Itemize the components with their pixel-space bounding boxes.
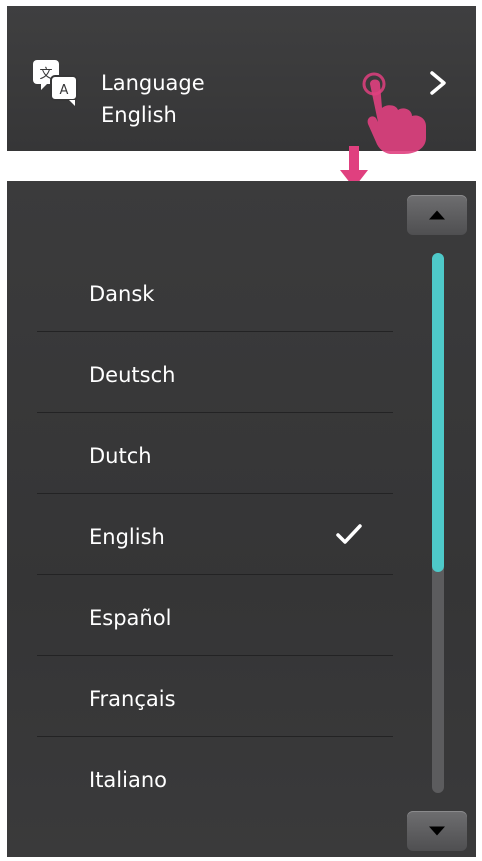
language-option-italiano[interactable]: Italiano	[37, 737, 393, 798]
scroll-up-button[interactable]	[407, 195, 467, 235]
language-option-espanol[interactable]: Español	[37, 575, 393, 656]
language-option-label: Italiano	[89, 768, 167, 792]
language-option-label: Dansk	[89, 282, 155, 306]
checkmark-icon	[336, 524, 362, 544]
scroll-up-icon	[429, 210, 445, 220]
translate-icon: 文 A	[33, 60, 78, 106]
language-option-dansk[interactable]: Dansk	[37, 251, 393, 332]
language-list: Dansk Deutsch Dutch English Español Fran…	[37, 251, 393, 798]
language-option-deutsch[interactable]: Deutsch	[37, 332, 393, 413]
scroll-down-icon	[429, 826, 445, 836]
language-option-label: Dutch	[89, 444, 152, 468]
language-option-english[interactable]: English	[37, 494, 393, 575]
language-option-francais[interactable]: Français	[37, 656, 393, 737]
language-option-label: Español	[89, 606, 172, 630]
language-option-label: Deutsch	[89, 363, 176, 387]
language-picker-panel: Dansk Deutsch Dutch English Español Fran…	[7, 181, 476, 857]
setting-title: Language	[101, 71, 205, 95]
setting-current-value: English	[101, 103, 177, 127]
tap-hand-icon	[362, 72, 426, 154]
scrollbar-thumb[interactable]	[432, 253, 444, 572]
language-option-label: Français	[89, 687, 176, 711]
translate-icon-glyph-bottom: A	[60, 83, 69, 98]
scroll-down-button[interactable]	[407, 811, 467, 851]
language-setting-screen: 文 A Language English Dansk Deutsch Dutch…	[0, 0, 482, 861]
language-option-label: English	[89, 525, 165, 549]
language-option-dutch[interactable]: Dutch	[37, 413, 393, 494]
scrollbar-track[interactable]	[432, 253, 444, 793]
